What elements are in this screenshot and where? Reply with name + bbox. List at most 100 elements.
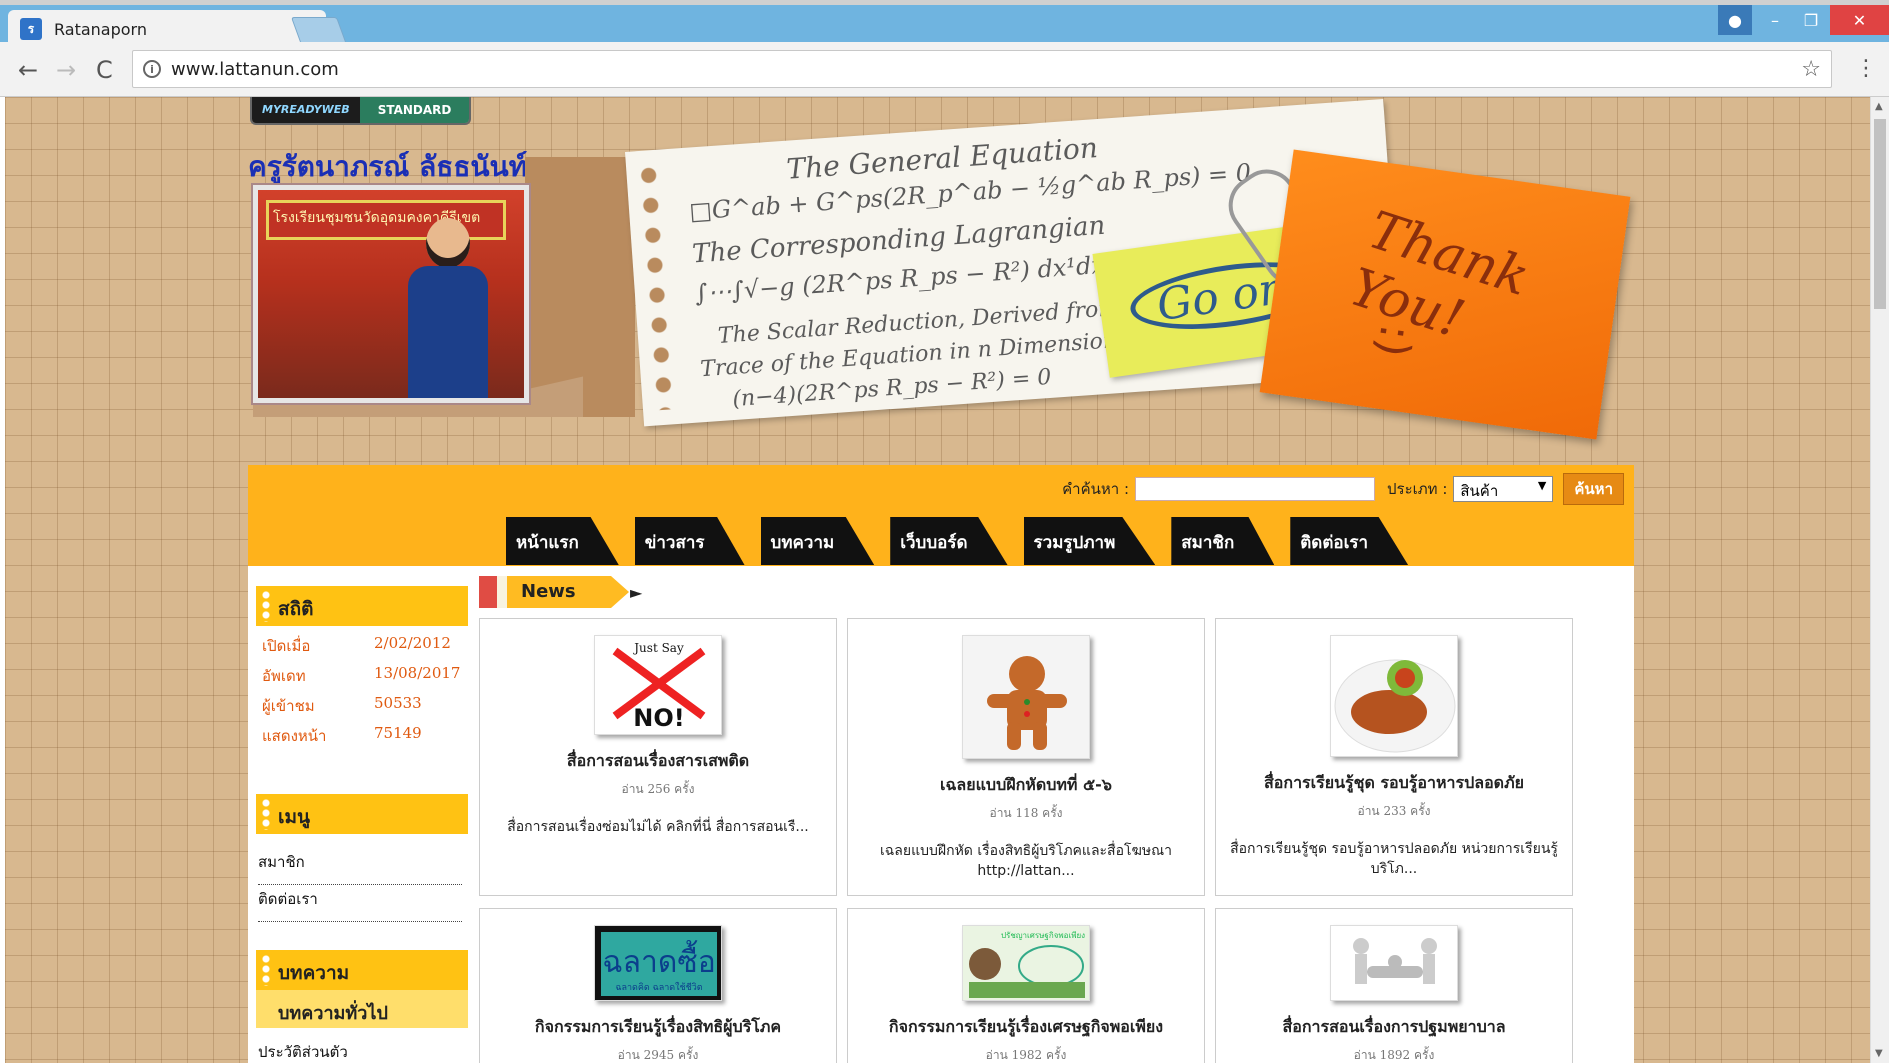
nav-tab-articles[interactable]: บทความ <box>760 517 875 565</box>
svg-text:ปรัชญาเศรษฐกิจพอเพียง: ปรัชญาเศรษฐกิจพอเพียง <box>1001 931 1085 940</box>
badge-left: MYREADYWEB <box>252 97 360 123</box>
stat-label: แสดงหน้า <box>262 727 327 745</box>
news-read-count: อ่าน 2945 ครั้ง <box>617 1048 699 1062</box>
news-description: สื่อการเรียนรู้ชุด รอบรู้อาหารปลอดภัย หน… <box>1230 841 1558 877</box>
type-label: ประเภท : <box>1387 480 1448 498</box>
nav-band: คำค้นหา : ประเภท : สินค้า ▼ ค้นหา หน้าแร… <box>248 465 1634 566</box>
new-tab-button[interactable] <box>290 17 348 45</box>
sticky-orange-smile: :) <box>1366 321 1422 361</box>
stat-row: ผู้เข้าชม 50533 <box>262 694 462 718</box>
nav-tab-webboard[interactable]: เว็บบอร์ด <box>890 517 1008 565</box>
sufficiency-economy-thumbnail: ปรัชญาเศรษฐกิจพอเพียง <box>962 925 1090 1001</box>
back-button[interactable]: ← <box>18 56 38 84</box>
minimize-button[interactable]: – <box>1758 5 1792 35</box>
stat-value: 50533 <box>374 694 422 712</box>
news-card[interactable]: สื่อการเรียนรู้ชุด รอบรู้อาหารปลอดภัย อ่… <box>1215 618 1573 896</box>
stat-row: แสดงหน้า 75149 <box>262 724 462 748</box>
myreadyweb-badge[interactable]: MYREADYWEB STANDARD <box>250 97 472 125</box>
person-figure <box>408 218 488 398</box>
news-card[interactable]: ปรัชญาเศรษฐกิจพอเพียง กิจกรรมการเรียนรู้… <box>847 908 1205 1063</box>
smart-buy-thumbnail: ฉลาดซื้อ ฉลาดคิด ฉลาดใช้ชีวิต <box>594 925 722 1001</box>
sidebar-link-members[interactable]: สมาชิก <box>258 850 462 885</box>
news-card[interactable]: เฉลยแบบฝึกหัดบทที่ ๕-๖ อ่าน 118 ครั้ง เฉ… <box>847 618 1205 896</box>
nav-tab-news[interactable]: ข่าวสาร <box>634 517 745 565</box>
site-favicon-icon: ร <box>20 18 42 40</box>
site-info-icon[interactable]: i <box>143 60 161 78</box>
url-text[interactable]: www.lattanun.com <box>171 59 1801 80</box>
news-card[interactable]: NO! Just Say สื่อการสอนเรื่องสารเสพติด อ… <box>479 618 837 896</box>
sticky-orange-text: Thank You! <box>1342 200 1537 351</box>
search-input[interactable] <box>1135 477 1376 501</box>
site-title: ครูรัตนาภรณ์ ลัธธนันท์ <box>248 150 528 183</box>
news-description: เฉลยแบบฝึกหัด เรื่องสิทธิผู้บริโภคและสื่… <box>879 843 1172 879</box>
food-plate-icon <box>1334 659 1456 753</box>
first-aid-thumbnail <box>1330 925 1458 1001</box>
profile-icon[interactable]: ● <box>1718 5 1752 35</box>
nav-tab-gallery[interactable]: รวมรูปภาพ <box>1023 517 1156 565</box>
teacher-photo: โรงเรียนชุมชนวัดอุดมคงคาคีรีเขต <box>253 185 529 403</box>
news-title[interactable]: สื่อการสอนเรื่องการปฐมพยาบาล <box>1216 1015 1572 1040</box>
news-card[interactable]: สื่อการสอนเรื่องการปฐมพยาบาล อ่าน 1892 ค… <box>1215 908 1573 1063</box>
scroll-down-icon[interactable]: ▼ <box>1875 1048 1883 1059</box>
scroll-up-icon[interactable]: ▲ <box>1875 101 1883 112</box>
search-form: คำค้นหา : ประเภท : สินค้า ▼ ค้นหา <box>1062 473 1624 505</box>
arrow-right-icon: ► <box>630 583 643 602</box>
scrollbar-thumb[interactable] <box>1874 119 1886 309</box>
svg-text:NO!: NO! <box>633 704 684 732</box>
drug-no-thumbnail: NO! Just Say <box>594 635 722 735</box>
forward-button[interactable]: → <box>56 56 76 84</box>
stat-label: อัพเดท <box>262 667 306 685</box>
search-button[interactable]: ค้นหา <box>1563 473 1624 505</box>
gingerbread-thumbnail <box>962 635 1090 759</box>
news-title[interactable]: กิจกรรมการเรียนรู้เรื่องเศรษฐกิจพอเพียง <box>848 1015 1204 1040</box>
sidebar-link-contact[interactable]: ติดต่อเรา <box>258 887 462 922</box>
type-select[interactable]: สินค้า ▼ <box>1453 476 1554 502</box>
browser-tab-strip: ร Ratanaporn ✕ ● – ❐ ✕ <box>0 0 1889 48</box>
notepad-holes <box>633 159 680 411</box>
address-bar[interactable]: i www.lattanun.com ☆ <box>132 50 1832 88</box>
content-area: สถิติ เปิดเมื่อ 2/02/2012 อัพเดท 13/08/2… <box>248 566 1634 1063</box>
thank-you-sticky-note: Thank You! :) <box>1259 149 1631 440</box>
sidebar-link-profile[interactable]: ประวัติส่วนตัว <box>258 1040 462 1063</box>
nav-tab-home[interactable]: หน้าแรก <box>506 517 619 565</box>
first-aid-figures-icon <box>1353 938 1437 984</box>
stat-value: 2/02/2012 <box>374 634 451 652</box>
close-window-button[interactable]: ✕ <box>1830 5 1889 35</box>
news-card[interactable]: ฉลาดซื้อ ฉลาดคิด ฉลาดใช้ชีวิต กิจกรรมการ… <box>479 908 837 1063</box>
stat-row: เปิดเมื่อ 2/02/2012 <box>262 634 462 658</box>
address-toolbar: ← → C i www.lattanun.com ☆ ⋮ <box>0 42 1889 97</box>
main-nav: หน้าแรก ข่าวสาร บทความ เว็บบอร์ด รวมรูปภ… <box>506 517 1424 565</box>
articles-heading: บทความ <box>256 950 468 990</box>
menu-heading: เมนู <box>256 794 468 834</box>
nav-tab-contact[interactable]: ติดต่อเรา <box>1290 517 1409 565</box>
tab-title: Ratanaporn <box>54 19 147 39</box>
news-title[interactable]: เฉลยแบบฝึกหัดบทที่ ๕-๖ <box>848 773 1204 798</box>
stat-value: 75149 <box>374 724 422 742</box>
bookmark-star-icon[interactable]: ☆ <box>1801 57 1821 82</box>
stat-label: เปิดเมื่อ <box>262 637 311 655</box>
news-read-count: อ่าน 1892 ครั้ง <box>1353 1048 1435 1062</box>
stat-value: 13/08/2017 <box>374 664 461 682</box>
news-read-count: อ่าน 118 ครั้ง <box>989 806 1063 820</box>
keyword-label: คำค้นหา : <box>1062 480 1130 498</box>
nav-tab-members[interactable]: สมาชิก <box>1171 517 1275 565</box>
chevron-down-icon: ▼ <box>1537 479 1547 492</box>
news-read-count: อ่าน 256 ครั้ง <box>621 782 695 796</box>
vertical-scrollbar[interactable]: ▲ ▼ <box>1870 97 1889 1063</box>
stats-heading: สถิติ <box>256 586 468 626</box>
news-heading: News <box>479 576 629 608</box>
stat-label: ผู้เข้าชม <box>262 697 315 715</box>
sufficiency-diagram-icon: ปรัชญาเศรษฐกิจพอเพียง <box>969 931 1085 998</box>
news-title[interactable]: กิจกรรมการเรียนรู้เรื่องสิทธิผู้บริโภค <box>480 1015 836 1040</box>
browser-menu-icon[interactable]: ⋮ <box>1855 56 1877 81</box>
news-read-count: อ่าน 1982 ครั้ง <box>985 1048 1067 1062</box>
news-title[interactable]: สื่อการสอนเรื่องสารเสพติด <box>480 749 836 774</box>
restore-button[interactable]: ❐ <box>1794 5 1828 35</box>
news-read-count: อ่าน 233 ครั้ง <box>1357 804 1431 818</box>
articles-subheading[interactable]: บทความทั่วไป <box>256 990 468 1028</box>
gingerbread-icon <box>987 656 1067 750</box>
smart-buy-logo-icon: ฉลาดซื้อ ฉลาดคิด ฉลาดใช้ชีวิต <box>601 932 717 996</box>
type-select-value: สินค้า <box>1460 482 1499 500</box>
reload-button[interactable]: C <box>96 56 113 84</box>
news-title[interactable]: สื่อการเรียนรู้ชุด รอบรู้อาหารปลอดภัย <box>1216 771 1572 796</box>
